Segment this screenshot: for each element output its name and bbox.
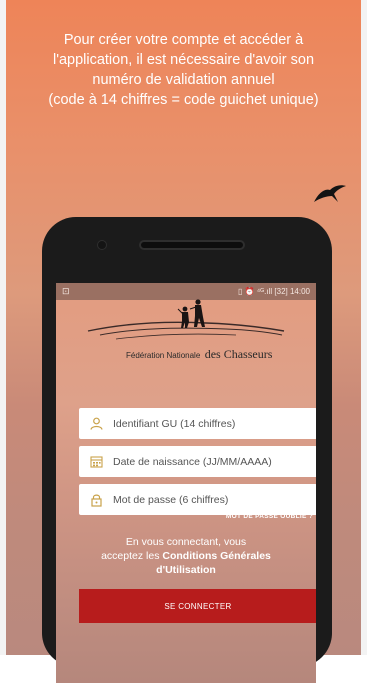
phone-mockup: ⊡ ▯ ⏰ ⁴ᴳ.ıll [32] 14:00 Fédération Natio… (42, 217, 332, 683)
logo-text-big: des Chasseurs (204, 347, 273, 361)
terms-line-2: acceptez les Conditions Générales (86, 549, 286, 563)
phone-speaker (139, 240, 245, 250)
flying-bird-icon (314, 185, 346, 202)
battery-indicator: [32] (274, 287, 288, 296)
calendar-icon (79, 455, 113, 468)
status-signal-icons: ▯ ⏰ ⁴ᴳ.ıll (237, 287, 273, 296)
logo-text-small: Fédération Nationale (126, 351, 201, 360)
headline: Pour créer votre compte et accéder à l'a… (18, 30, 349, 110)
terms-line-3: d'Utilisation (86, 563, 286, 577)
fnc-logo: Fédération Nationale des Chasseurs (86, 297, 286, 361)
headline-line-4: (code à 14 chiffres = code guichet uniqu… (48, 92, 319, 108)
birthdate-input[interactable] (113, 455, 308, 468)
lock-icon (79, 493, 113, 507)
headline-line-1: Pour créer votre compte et accéder à (63, 32, 304, 48)
login-button[interactable]: SE CONNECTER (79, 589, 316, 623)
phone-camera (97, 240, 107, 250)
forgot-password-link[interactable]: MOT DE PASSE OUBLIÉ ? (226, 513, 313, 520)
frame-edge-left (0, 0, 6, 655)
terms-accept-text: acceptez les (101, 550, 160, 562)
password-input[interactable] (113, 493, 308, 506)
headline-line-2: l'application, il est nécessaire d'avoir… (52, 52, 315, 68)
status-time: 14:00 (289, 287, 310, 296)
app-screen: ⊡ ▯ ⏰ ⁴ᴳ.ıll [32] 14:00 Fédération Natio… (56, 283, 316, 683)
terms-link-part-2[interactable]: d'Utilisation (156, 564, 216, 576)
hunters-silhouette-icon (87, 299, 285, 340)
identifier-input[interactable] (113, 417, 308, 430)
user-icon (79, 417, 113, 430)
frame-edge-right (361, 0, 367, 655)
terms-line-1: En vous connectant, vous (125, 536, 247, 548)
identifier-field[interactable] (79, 408, 316, 439)
headline-line-3: numéro de validation annuel (92, 72, 275, 88)
terms-notice: En vous connectant, vous acceptez les Co… (86, 535, 286, 577)
birthdate-field[interactable] (79, 446, 316, 477)
terms-link-part-1[interactable]: Conditions Générales (162, 550, 271, 562)
logo-text: Fédération Nationale des Chasseurs (126, 345, 272, 363)
password-field[interactable] (79, 484, 316, 515)
image-icon: ⊡ (62, 286, 70, 296)
